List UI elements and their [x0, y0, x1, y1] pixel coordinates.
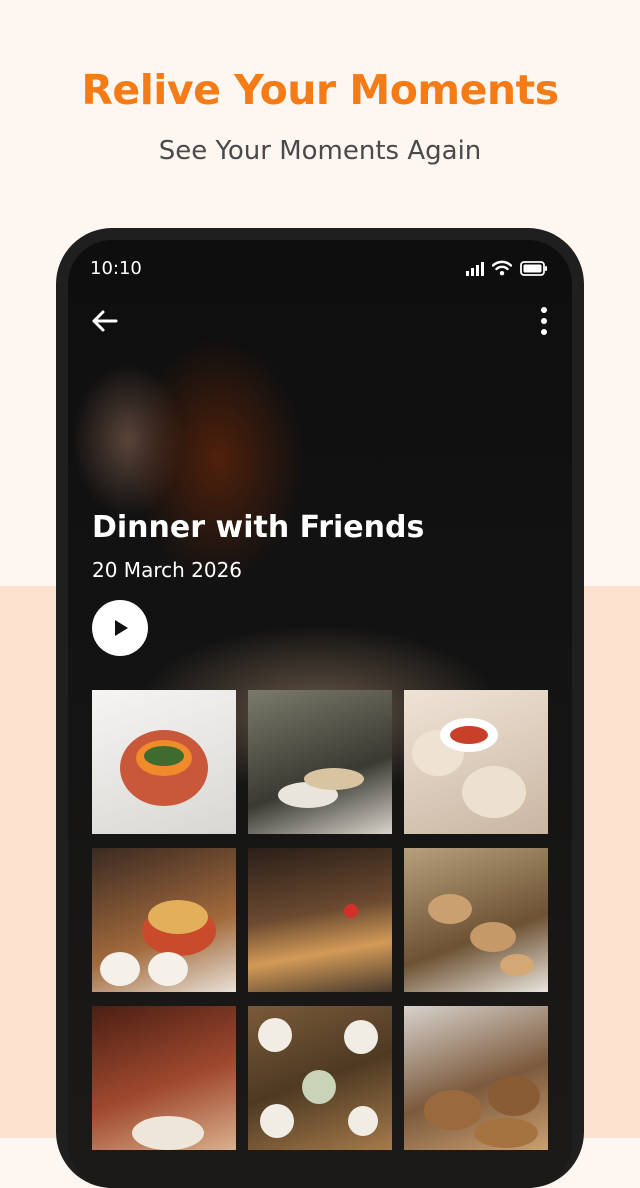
status-time: 10:10 — [90, 258, 142, 279]
headline: Relive Your Moments — [81, 66, 559, 114]
photo-grid — [92, 690, 548, 1150]
subheadline: See Your Moments Again — [158, 136, 482, 166]
photo-thumbnail[interactable] — [92, 848, 236, 992]
battery-icon — [520, 261, 547, 276]
play-button[interactable] — [92, 600, 148, 656]
phone-frame: 10:10 Dinner with Friends 20 March 2026 — [56, 228, 584, 1188]
more-vertical-icon — [541, 307, 547, 335]
back-button[interactable] — [88, 304, 122, 338]
album-date: 20 March 2026 — [92, 558, 243, 582]
photo-thumbnail[interactable] — [248, 1006, 392, 1150]
more-options-button[interactable] — [534, 304, 554, 338]
wifi-icon — [492, 260, 512, 276]
back-arrow-icon — [92, 310, 118, 332]
photo-thumbnail[interactable] — [92, 1006, 236, 1150]
status-icons — [466, 260, 548, 276]
photo-thumbnail[interactable] — [404, 848, 548, 992]
photo-thumbnail[interactable] — [248, 690, 392, 834]
album-title: Dinner with Friends — [92, 510, 425, 545]
photo-thumbnail[interactable] — [404, 690, 548, 834]
play-icon — [115, 620, 128, 636]
photo-thumbnail[interactable] — [404, 1006, 548, 1150]
photo-thumbnail[interactable] — [248, 848, 392, 992]
photo-thumbnail[interactable] — [92, 690, 236, 834]
phone-screen: 10:10 Dinner with Friends 20 March 2026 — [68, 240, 572, 1188]
signal-icon — [466, 262, 484, 276]
